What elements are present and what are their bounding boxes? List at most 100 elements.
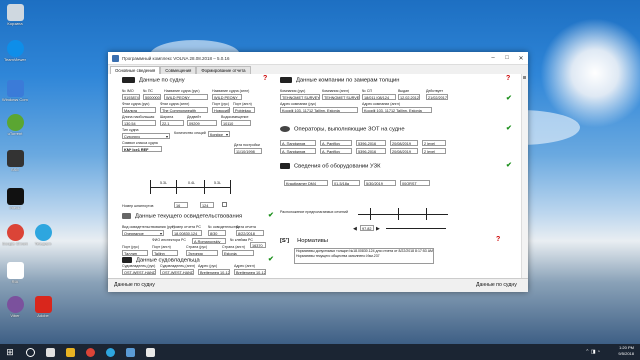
owner-addr-ru-field[interactable]: Breitenweg 10-12: [198, 269, 230, 275]
operator-2-date[interactable]: 20/08/2019: [390, 148, 418, 154]
section-norms: [S'] Нормативы: [280, 238, 328, 244]
close-icon[interactable]: ✕: [514, 55, 528, 62]
company-en-field[interactable]: TEHNOMET SURVEY: [322, 94, 360, 100]
company-addr-ru-field[interactable]: Kooplii 103, 11712 Tallinn, Estonia: [280, 107, 358, 113]
desktop-icon-teamviewer[interactable]: TeamViewer: [2, 40, 28, 62]
desktop-icon-ria[interactable]: RIA: [2, 262, 28, 284]
arrow-right-icon[interactable]: ▶: [376, 226, 380, 232]
desktop-icon-intellij[interactable]: IntelliJ: [2, 188, 28, 210]
company-addr-en-field[interactable]: Kooplii 103, 11712 Tallinn, Estonia: [362, 107, 432, 113]
tab-main[interactable]: Основные сведения: [110, 66, 161, 74]
hull-mark: [204, 180, 205, 194]
issued-field[interactable]: 12.02.2012: [398, 94, 420, 100]
build-date-field[interactable]: 11/10/1998: [234, 148, 262, 154]
company-help-icon[interactable]: ?: [506, 75, 510, 82]
country-en-field[interactable]: Estonia: [222, 250, 254, 256]
search-button[interactable]: [20, 344, 40, 360]
country-ru-field[interactable]: Эстония: [186, 250, 218, 256]
desktop-icon-adobe[interactable]: Adobe: [30, 296, 56, 318]
taskbar-app[interactable]: [100, 344, 120, 360]
sections-select[interactable]: Конфиг: [208, 131, 230, 137]
operator-2-no[interactable]: 5396-2016: [356, 148, 386, 154]
tray-icons[interactable]: ⌃ ◨ ◔: [585, 349, 600, 355]
operator-2-ru[interactable]: А. Панфилов: [280, 148, 316, 154]
equipment-serial-field[interactable]: 01-5/18a: [332, 180, 360, 186]
equipment-cert-field[interactable]: 00ORST: [400, 180, 430, 186]
operator-1-date[interactable]: 20/08/2019: [390, 140, 418, 146]
scroll-thumb[interactable]: [523, 76, 526, 79]
operator-1-ru[interactable]: А. Панфилов: [280, 140, 316, 146]
inspector-no-field[interactable]: 16370: [250, 242, 266, 248]
report-no-field[interactable]: 18.00830.124: [172, 230, 202, 236]
clock[interactable]: 1:20 PM 9/5/2018: [618, 345, 634, 357]
operator-1-level[interactable]: 2 level: [422, 140, 446, 146]
operator-1-en[interactable]: A. Panfilov: [320, 140, 352, 146]
place-ru-field[interactable]: Таллин: [122, 250, 148, 256]
help-icon[interactable]: ?: [263, 75, 267, 82]
norms-badge: [S']: [280, 238, 290, 244]
owner-en-field[interactable]: OST-WEST-HANDE: [160, 269, 194, 275]
frame-checkbox[interactable]: [222, 202, 227, 207]
name-en-field[interactable]: WILD PEONY: [212, 94, 242, 100]
operator-1-no[interactable]: 5396-2016: [356, 140, 386, 146]
minimize-icon[interactable]: –: [486, 55, 500, 61]
survey-kind-select[interactable]: Очередное: [122, 230, 164, 236]
imo-field[interactable]: 9193874: [122, 94, 140, 100]
label-flag-ru: Флаг судна (рус): [122, 102, 150, 106]
label-country-ru: Страна (рус): [186, 245, 208, 249]
tab-combine[interactable]: Совмещения: [160, 66, 197, 74]
owner-addr-en-field[interactable]: Breitenweg 10-12: [234, 269, 266, 275]
frame-to-field[interactable]: 124: [200, 202, 214, 208]
survey-no-field[interactable]: 8/30: [208, 230, 226, 236]
frame-from-field[interactable]: 16: [174, 202, 188, 208]
section-value-field[interactable]: 97.82: [360, 225, 374, 231]
taskbar-app[interactable]: [140, 344, 160, 360]
no-field[interactable]: 5000000: [143, 94, 161, 100]
flag-en-field[interactable]: The Commonwealth: [160, 107, 208, 113]
desktop-icon-sse[interactable]: SSE: [2, 150, 28, 172]
taskbar-app[interactable]: [60, 344, 80, 360]
adobe-icon: [34, 296, 52, 313]
tab-report[interactable]: Формирование отчета: [196, 66, 251, 74]
desktop-icon-recycle-bin[interactable]: Корзина: [2, 4, 28, 26]
taskbar-app[interactable]: [120, 344, 140, 360]
label-country-en: Страна (англ): [222, 245, 245, 249]
place-en-field[interactable]: Tallinn: [152, 250, 178, 256]
section-slider-track[interactable]: [386, 228, 446, 229]
report-date-field[interactable]: 8/22/2018: [236, 230, 264, 236]
displacement-field[interactable]: 10110: [221, 120, 251, 126]
desktop-icon-computer[interactable]: Windows Comp.: [2, 80, 28, 102]
taskbar-app[interactable]: [40, 344, 60, 360]
cert-no-field[interactable]: 18/011 I08/124: [362, 94, 396, 100]
desktop-icon-telegram[interactable]: Telegram: [30, 224, 56, 246]
operator-2-level[interactable]: 2 level: [422, 148, 446, 154]
vertical-scrollbar[interactable]: [521, 74, 528, 279]
norms-help-icon[interactable]: ?: [496, 236, 500, 243]
start-button[interactable]: ⊞: [0, 344, 20, 360]
company-ru-field[interactable]: TEHNOMET SURVEY: [280, 94, 320, 100]
valid-field[interactable]: 21/02/2017: [426, 94, 448, 100]
length-field[interactable]: 130.54: [122, 120, 156, 126]
operator-2-en[interactable]: A. Panfilov: [320, 148, 352, 154]
port-en-field[interactable]: Pobiekau: [233, 107, 255, 113]
owner-ru-field[interactable]: OST-WEST-HANDE: [122, 269, 156, 275]
desktop-icon-viber[interactable]: Viber: [2, 296, 28, 318]
equipment-date-field[interactable]: 5/30/2019: [364, 180, 396, 186]
maximize-icon[interactable]: □: [500, 55, 514, 61]
taskbar-app[interactable]: [80, 344, 100, 360]
desktop-icon-chrome[interactable]: Google Chrome: [2, 224, 28, 246]
desktop-icon-utorrent[interactable]: uTorrent: [2, 114, 28, 136]
port-ru-field[interactable]: Новосиб: [212, 107, 230, 113]
class-field[interactable]: KM* Ice1 REF: [122, 146, 162, 152]
section-mark: [426, 208, 427, 220]
name-field[interactable]: WILD PEONY: [164, 94, 208, 100]
deadweight-field[interactable]: 09209: [187, 120, 217, 126]
equipment-name-field[interactable]: Krautkramer DM4: [284, 180, 328, 186]
flag-ru-field[interactable]: Мальта: [122, 107, 156, 113]
arrow-left-icon[interactable]: ◀: [353, 226, 357, 232]
width-field[interactable]: 22.1: [160, 120, 184, 126]
label-company-addr-en: Адрес компании (англ): [362, 102, 401, 106]
vessel-type-select[interactable]: Сухогруз: [122, 133, 170, 139]
inspector-field[interactable]: А.Romanovskiy: [192, 238, 226, 244]
people-icon: [280, 77, 292, 83]
